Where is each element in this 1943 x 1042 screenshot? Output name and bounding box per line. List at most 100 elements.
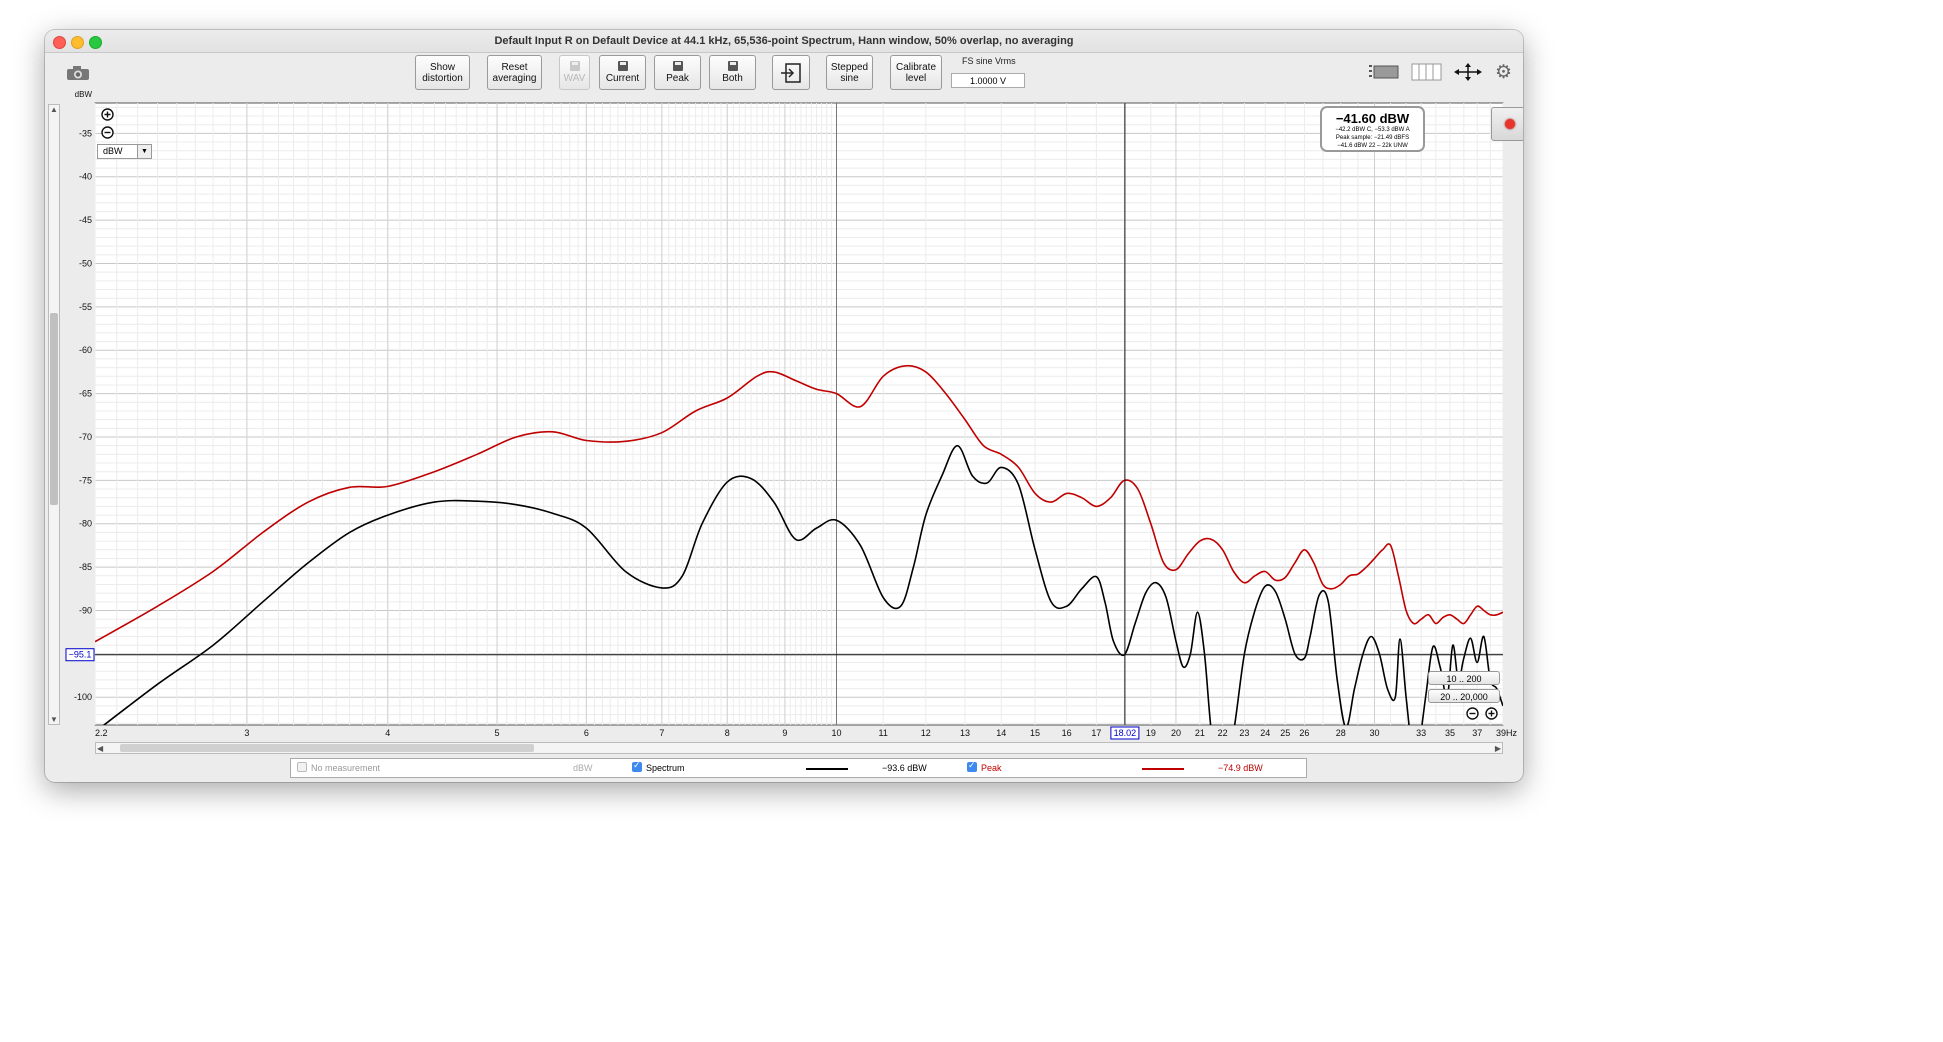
y-tick-label: -55 — [79, 302, 92, 312]
save-icon — [617, 61, 628, 71]
x-tick-label: 22 — [1218, 728, 1228, 738]
y-tick-label: -75 — [79, 475, 92, 485]
x-tick-label: 17 — [1091, 728, 1101, 738]
peak-checkbox[interactable] — [967, 760, 977, 772]
y-tick-label: -100 — [74, 692, 92, 702]
window-title: Default Input R on Default Device at 44.… — [494, 35, 1074, 47]
readout-main: −41.60 dBW — [1335, 111, 1410, 126]
show-distortion-label-1: Show — [429, 61, 455, 73]
x-tick-label: 39Hz — [1496, 728, 1518, 738]
y-axis-label: dBW — [75, 90, 93, 99]
x-tick-label: 12 — [921, 728, 931, 738]
stepped-sine-label-1: Stepped — [830, 61, 869, 73]
x-tick-label: 10 — [831, 728, 841, 738]
y-tick-label: -85 — [79, 562, 92, 572]
peak-legend-label: Peak — [981, 763, 1002, 773]
x-tick-label: 25 — [1280, 728, 1290, 738]
y-tick-label: -50 — [79, 258, 92, 268]
fs-sine-label: FS sine Vrms — [962, 56, 1016, 66]
x-tick-label: 15 — [1030, 728, 1040, 738]
x-tick-label: 8 — [725, 728, 730, 738]
no-measurement-label: No measurement — [311, 763, 381, 773]
y-tick-label: -70 — [79, 432, 92, 442]
x-tick-label: 26 — [1299, 728, 1309, 738]
dropdown-arrow-icon: ▼ — [137, 145, 151, 158]
both-label: Both — [722, 73, 743, 84]
zoom-out-icon[interactable] — [101, 126, 114, 144]
cursor-y-label: −95.1 — [69, 650, 92, 660]
horizontal-scrollbar[interactable]: ◀ ▶ — [95, 742, 1503, 754]
scroll-left-icon[interactable]: ◀ — [97, 744, 103, 753]
cursor-x-label: 18.02 — [1114, 728, 1137, 738]
columns-icon[interactable] — [1411, 63, 1443, 86]
y-tick-label: -80 — [79, 519, 92, 529]
title-bar: Default Input R on Default Device at 44.… — [45, 30, 1523, 53]
x-tick-label: 7 — [659, 728, 664, 738]
x-tick-label: 35 — [1445, 728, 1455, 738]
x-tick-label: 37 — [1472, 728, 1482, 738]
x-tick-label: 24 — [1260, 728, 1270, 738]
record-button[interactable] — [1491, 107, 1523, 141]
save-icon — [569, 61, 580, 71]
x-tick-label: 23 — [1239, 728, 1249, 738]
gear-icon[interactable]: ⚙ — [1495, 63, 1512, 82]
scroll-right-icon[interactable]: ▶ — [1495, 744, 1501, 753]
x-tick-label: 30 — [1370, 728, 1380, 738]
x-tick-label: 9 — [782, 728, 787, 738]
current-label: Current — [605, 73, 640, 84]
x-zoom-in-icon[interactable] — [1485, 707, 1498, 725]
range-20-20000-button[interactable]: 20 .. 20,000 — [1428, 689, 1500, 703]
reset-averaging-label-2: averaging — [492, 72, 537, 84]
x-tick-label: 11 — [879, 728, 888, 738]
y-tick-label: -35 — [79, 128, 92, 138]
y-tick-label: -45 — [79, 215, 92, 225]
no-measurement-checkbox[interactable] — [297, 762, 307, 772]
x-tick-label: 33 — [1416, 728, 1426, 738]
calibrate-level-label-2: level — [905, 72, 927, 84]
x-tick-label: 2.2 — [95, 728, 108, 738]
horizontal-scroll-thumb[interactable] — [120, 744, 534, 752]
x-tick-label: 3 — [244, 728, 249, 738]
unit-select[interactable]: dBW ▼ — [97, 144, 152, 159]
peak-label: Peak — [666, 73, 689, 84]
save-icon — [672, 61, 683, 71]
range-10-200-button[interactable]: 10 .. 200 — [1428, 671, 1500, 685]
app-window: Default Input R on Default Device at 44.… — [45, 30, 1523, 782]
spectrum-legend-swatch — [806, 768, 848, 770]
level-readout: −41.60 dBW −42.2 dBW C, −53.3 dBW A Peak… — [1320, 106, 1425, 152]
peak-legend-value: −74.9 dBW — [1218, 763, 1263, 773]
legend-bar: No measurement dBW Spectrum −93.6 dBW Pe… — [290, 758, 1307, 778]
x-tick-label: 4 — [385, 728, 390, 738]
plot-area — [94, 102, 1504, 726]
spectrum-legend-value: −93.6 dBW — [882, 763, 927, 773]
spectrum-checkbox[interactable] — [632, 760, 642, 772]
calibrate-level-label-1: Calibrate — [895, 61, 937, 73]
unit-select-value: dBW — [103, 146, 123, 156]
readout-line-2: Peak sample: −21.49 dBFS — [1335, 135, 1410, 141]
spectrum-chart[interactable]: -35 -40 -45 -50 -55 -60 -65 -70 -75 -80 -85 -90 -100… — [45, 85, 1523, 765]
y-tick-label: -65 — [79, 389, 92, 399]
x-tick-label: 21 — [1195, 728, 1205, 738]
zoom-in-icon[interactable] — [101, 108, 114, 126]
x-tick-label: 14 — [996, 728, 1006, 738]
layout-icon[interactable] — [1368, 63, 1400, 86]
peak-legend-swatch — [1142, 768, 1184, 770]
x-tick-label: 19 — [1146, 728, 1156, 738]
y-tick-label: -90 — [79, 605, 92, 615]
stepped-sine-label-2: sine — [840, 72, 859, 84]
show-distortion-label-2: distortion — [422, 72, 463, 84]
x-tick-label: 20 — [1171, 728, 1181, 738]
import-icon — [781, 62, 801, 83]
no-measurement-unit: dBW — [573, 763, 593, 773]
readout-line-3: −41.6 dBW 22 – 22k UNW — [1337, 143, 1408, 149]
x-zoom-out-icon[interactable] — [1466, 707, 1479, 725]
x-tick-label: 28 — [1336, 728, 1346, 738]
move-arrows-icon[interactable] — [1453, 63, 1483, 86]
x-tick-label: 5 — [495, 728, 500, 738]
camera-icon[interactable] — [66, 65, 90, 81]
save-icon — [727, 61, 738, 71]
wav-label: WAV — [563, 73, 586, 84]
x-tick-label: 6 — [584, 728, 589, 738]
record-icon — [1505, 119, 1515, 129]
reset-averaging-label-1: Reset — [501, 61, 528, 73]
